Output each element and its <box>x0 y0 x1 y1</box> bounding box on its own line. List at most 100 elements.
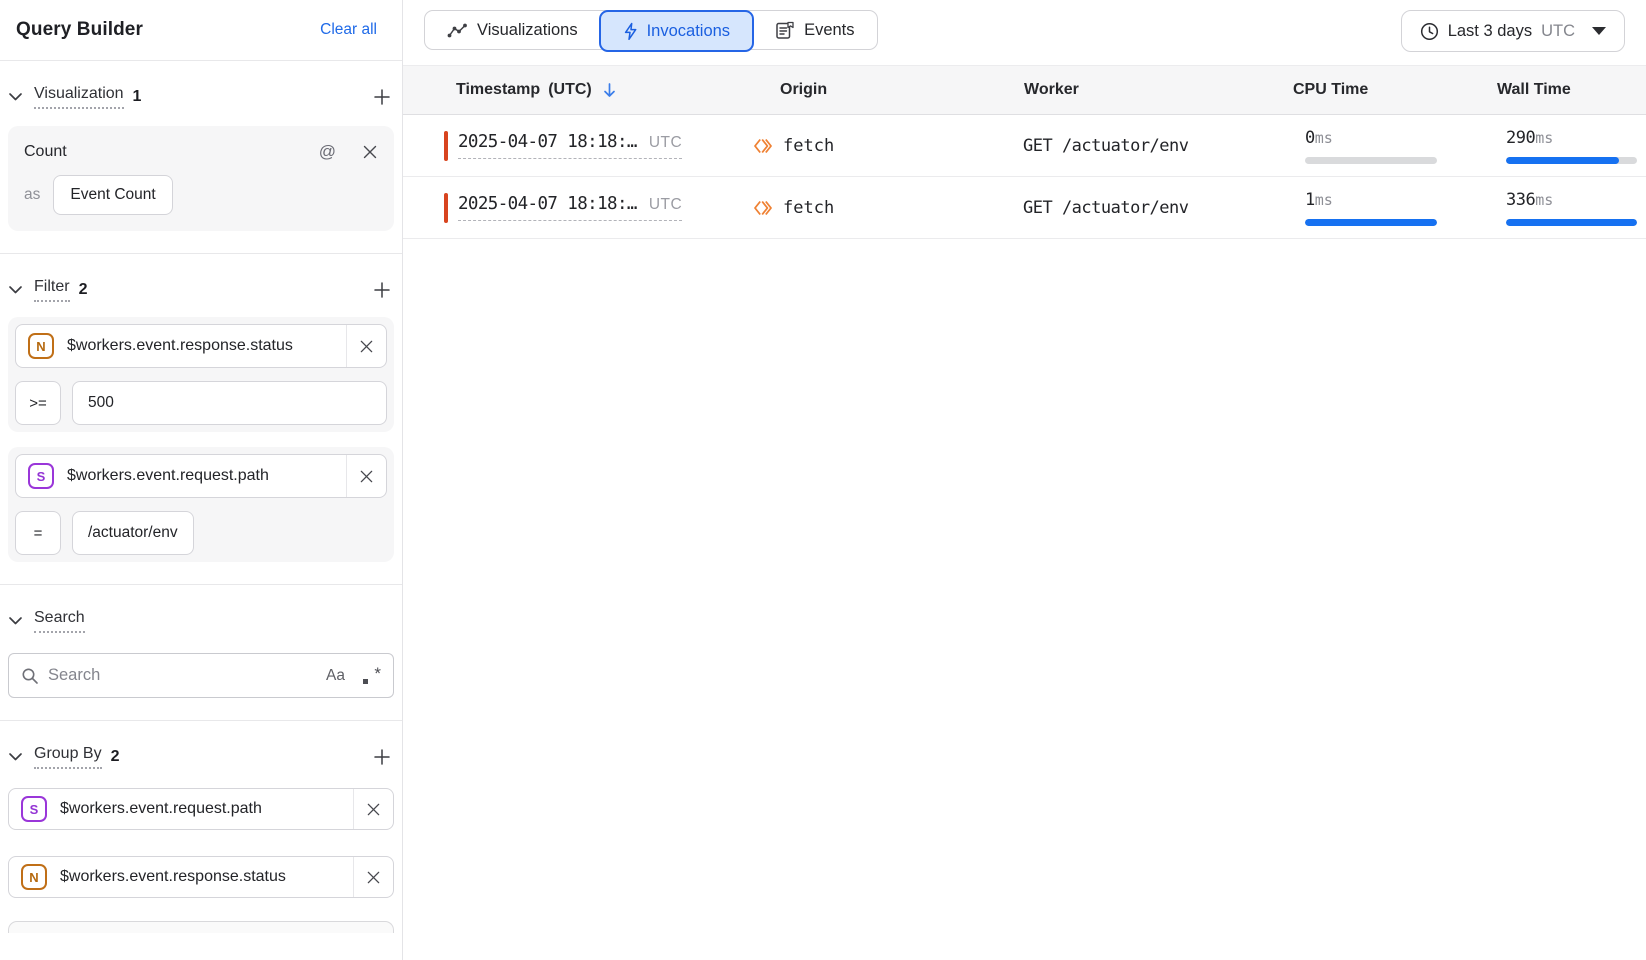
match-case-icon[interactable]: Aa <box>326 667 345 685</box>
timestamp-cell: 2025-04-07 18:18:… UTC <box>403 193 752 223</box>
group-by-field-name: $workers.event.response.status <box>60 868 353 886</box>
group-by-section-header: Group By 2 <box>8 745 392 769</box>
remove-visualization-icon[interactable] <box>362 144 378 160</box>
filter-card: S $workers.event.request.path = /actuato… <box>8 447 394 562</box>
close-icon <box>366 802 381 817</box>
search-section-label[interactable]: Search <box>34 609 85 633</box>
query-builder-sidebar: Query Builder Clear all Visualization 1 … <box>0 0 403 960</box>
error-indicator-bar <box>444 131 448 161</box>
filter-count: 2 <box>79 281 88 299</box>
filter-card: N $workers.event.response.status >= 500 <box>8 317 394 432</box>
visualization-section-header: Visualization 1 <box>8 85 392 109</box>
group-by-field-selector[interactable]: S $workers.event.request.path <box>8 788 394 830</box>
chart-scatter-icon <box>447 22 468 39</box>
metric-function[interactable]: Count <box>24 143 67 161</box>
filter-field-name: $workers.event.response.status <box>67 337 346 355</box>
close-icon <box>359 469 374 484</box>
wall-time-unit: ms <box>1535 191 1553 209</box>
cpu-time-unit: ms <box>1315 191 1333 209</box>
filter-field-selector[interactable]: N $workers.event.response.status <box>15 324 387 368</box>
wall-time-bar <box>1506 157 1637 164</box>
group-by-item: N $workers.event.response.status <box>8 856 394 898</box>
invocation-row[interactable]: 2025-04-07 18:18:… UTC fetch GET /actuat… <box>403 177 1646 239</box>
invocations-table-header: Timestamp (UTC) Origin Worker CPU Time W… <box>403 65 1646 115</box>
string-type-badge: S <box>21 796 47 822</box>
origin-cell: fetch <box>752 198 1023 218</box>
fetch-event-icon <box>752 198 774 218</box>
next-section-cutoff <box>8 921 394 933</box>
filter-condition-row: >= 500 <box>15 381 387 425</box>
time-range-selector[interactable]: Last 3 days UTC <box>1401 10 1625 52</box>
origin-value: fetch <box>783 198 834 218</box>
regex-asterisk: * <box>374 664 381 684</box>
filter-value-input[interactable]: /actuator/env <box>72 511 194 555</box>
chevron-down-icon[interactable] <box>8 92 23 102</box>
chevron-down-icon[interactable] <box>8 285 23 295</box>
visualization-card-header: Count @ <box>24 142 378 162</box>
cpu-time-unit: ms <box>1315 129 1333 147</box>
column-header-timestamp[interactable]: Timestamp (UTC) <box>403 81 752 99</box>
alias-input[interactable]: Event Count <box>53 175 172 215</box>
lightning-icon <box>623 22 638 41</box>
cpu-time-value: 0 <box>1305 128 1315 148</box>
operator-select[interactable]: >= <box>15 381 61 425</box>
section-divider <box>0 584 402 585</box>
chevron-down-icon[interactable] <box>8 616 23 626</box>
string-type-badge: S <box>28 463 54 489</box>
visualization-section-label[interactable]: Visualization <box>34 85 124 109</box>
group-by-field-selector[interactable]: N $workers.event.response.status <box>8 856 394 898</box>
regex-square <box>363 679 368 684</box>
wall-time-unit: ms <box>1535 129 1553 147</box>
wall-time-value: 290 <box>1506 128 1535 148</box>
timestamp-tz: UTC <box>649 134 682 152</box>
clear-all-link[interactable]: Clear all <box>320 21 377 39</box>
tab-visualizations[interactable]: Visualizations <box>425 11 600 49</box>
visualization-card: Count @ as Event Count <box>8 126 394 231</box>
column-header-origin: Origin <box>752 81 1023 99</box>
tab-label: Invocations <box>647 22 730 41</box>
remove-filter-button[interactable] <box>346 455 386 497</box>
tab-invocations[interactable]: Invocations <box>599 10 754 52</box>
add-filter-icon[interactable] <box>372 280 392 300</box>
view-tabs: Visualizations Invocations Events <box>424 10 878 50</box>
remove-group-by-button[interactable] <box>353 789 393 829</box>
filter-condition-row: = /actuator/env <box>15 511 387 555</box>
worker-cell: GET /actuator/env <box>1023 136 1293 156</box>
filter-value-input[interactable]: 500 <box>72 381 387 425</box>
sort-descending-icon <box>602 82 617 99</box>
regex-icon[interactable]: * <box>363 667 381 685</box>
tab-events[interactable]: Events <box>753 11 876 49</box>
column-header-wall-time: Wall Time <box>1497 81 1646 99</box>
group-by-item: S $workers.event.request.path <box>8 788 394 830</box>
error-indicator-bar <box>444 193 448 223</box>
section-divider <box>0 720 402 721</box>
search-input[interactable] <box>48 666 326 685</box>
alias-at-icon[interactable]: @ <box>319 142 336 162</box>
time-range-timezone: UTC <box>1541 22 1575 41</box>
results-toolbar: Visualizations Invocations Events <box>403 0 1646 65</box>
page-title: Query Builder <box>16 19 143 41</box>
visualization-count: 1 <box>133 88 142 106</box>
add-group-by-icon[interactable] <box>372 747 392 767</box>
operator-select[interactable]: = <box>15 511 61 555</box>
wall-time-bar-fill <box>1506 219 1637 226</box>
timestamp-text: 2025-04-07 18:18:… UTC <box>458 194 682 221</box>
remove-filter-button[interactable] <box>346 325 386 367</box>
group-by-section-label[interactable]: Group By <box>34 745 102 769</box>
filter-section-label[interactable]: Filter <box>34 278 70 302</box>
timestamp-cell: 2025-04-07 18:18:… UTC <box>403 131 752 161</box>
origin-value: fetch <box>783 136 834 156</box>
invocation-row[interactable]: 2025-04-07 18:18:… UTC fetch GET /actuat… <box>403 115 1646 177</box>
worker-cell: GET /actuator/env <box>1023 198 1293 218</box>
filter-field-selector[interactable]: S $workers.event.request.path <box>15 454 387 498</box>
remove-group-by-button[interactable] <box>353 857 393 897</box>
cpu-time-cell: 0 ms <box>1293 128 1497 164</box>
column-header-worker: Worker <box>1023 81 1293 99</box>
chevron-down-icon[interactable] <box>8 752 23 762</box>
wall-time-cell: 290 ms <box>1497 128 1646 164</box>
tab-label: Events <box>804 21 854 40</box>
add-visualization-icon[interactable] <box>372 87 392 107</box>
as-label: as <box>24 186 40 204</box>
timestamp-tz: UTC <box>649 196 682 214</box>
wall-time-value-line: 290 ms <box>1506 128 1646 148</box>
